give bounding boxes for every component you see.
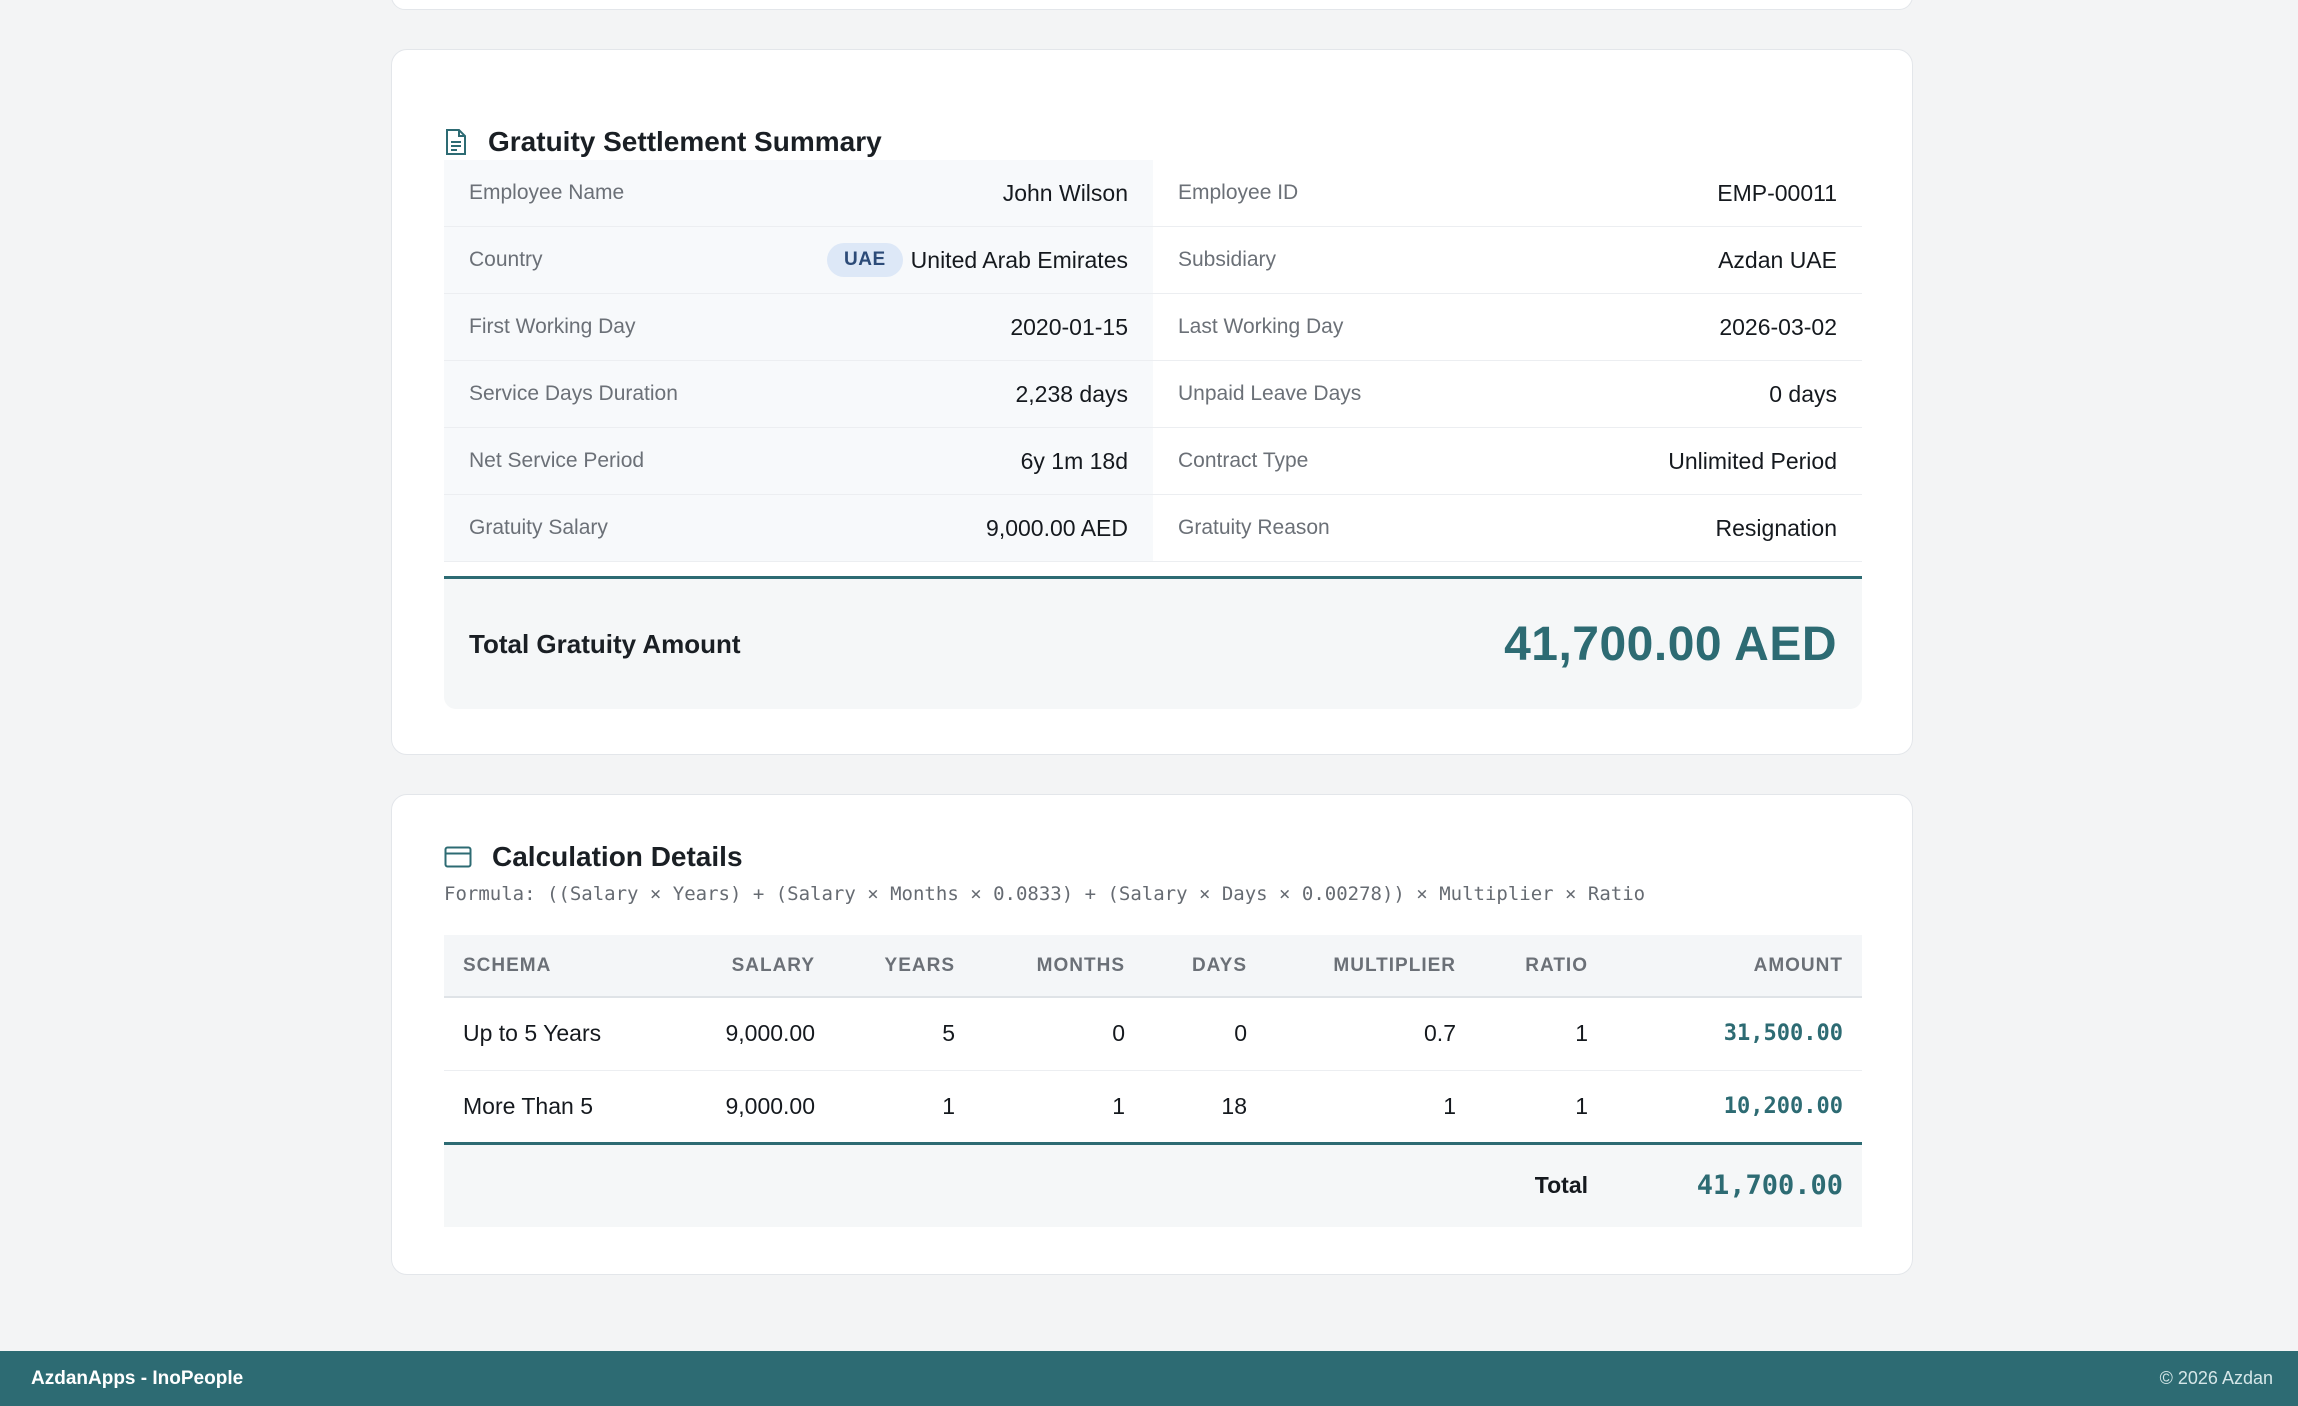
net-service-period-value: 6y 1m 18d: [1020, 447, 1128, 474]
cell-multiplier: 0.7: [1266, 997, 1475, 1071]
page-footer: AzdanApps - InoPeople © 2026 Azdan: [0, 1351, 2298, 1406]
last-working-day-label: Last Working Day: [1178, 315, 1344, 338]
cell-months: 0: [974, 997, 1144, 1071]
footer-app-name: AzdanApps - InoPeople: [31, 1367, 244, 1389]
gratuity-reason-value: Resignation: [1715, 514, 1837, 541]
subsidiary-value: Azdan UAE: [1718, 246, 1837, 273]
employee-id-cell: Employee ID EMP-00011: [1153, 160, 1862, 227]
footer-copyright: © 2026 Azdan: [2159, 1368, 2273, 1388]
service-days-value: 2,238 days: [1015, 380, 1128, 407]
country-cell: Country UAE United Arab Emirates: [444, 227, 1153, 294]
last-working-day-cell: Last Working Day 2026-03-02: [1153, 294, 1862, 361]
last-working-day-value: 2026-03-02: [1719, 313, 1837, 340]
column-header-salary: Salary: [694, 935, 834, 998]
total-gratuity-label: Total Gratuity Amount: [469, 628, 741, 659]
table-header-row: Schema Salary Years Months Days Multipli…: [444, 935, 1862, 998]
column-header-ratio: Ratio: [1475, 935, 1607, 998]
country-label: Country: [469, 248, 543, 271]
employee-id-label: Employee ID: [1178, 181, 1299, 204]
gratuity-summary-card: Gratuity Settlement Summary Employee Nam…: [391, 49, 1913, 755]
table-total-row: Total 41,700.00: [444, 1141, 1862, 1227]
cell-amount: 31,500.00: [1607, 997, 1862, 1071]
column-header-years: Years: [834, 935, 974, 998]
cell-ratio: 1: [1475, 997, 1607, 1071]
calculation-details-card: Calculation Details Formula: ((Salary × …: [391, 794, 1913, 1275]
column-header-schema: Schema: [444, 935, 694, 998]
subsidiary-cell: Subsidiary Azdan UAE: [1153, 227, 1862, 294]
first-working-day-label: First Working Day: [469, 315, 636, 338]
unpaid-leave-value: 0 days: [1769, 380, 1837, 407]
contract-type-label: Contract Type: [1178, 449, 1309, 472]
first-working-day-cell: First Working Day 2020-01-15: [444, 294, 1153, 361]
contract-type-cell: Contract Type Unlimited Period: [1153, 428, 1862, 495]
country-code-badge: UAE: [827, 243, 903, 277]
credit-card-icon: [444, 846, 472, 868]
document-icon: [444, 128, 468, 156]
net-service-period-cell: Net Service Period 6y 1m 18d: [444, 428, 1153, 495]
previous-card: [391, 0, 1913, 10]
column-header-months: Months: [974, 935, 1144, 998]
total-gratuity-box: Total Gratuity Amount 41,700.00 AED: [444, 576, 1862, 709]
employee-name-value: John Wilson: [1002, 179, 1128, 206]
contract-type-value: Unlimited Period: [1668, 447, 1837, 474]
cell-salary: 9,000.00: [694, 1070, 834, 1144]
cell-years: 5: [834, 997, 974, 1071]
summary-grid: Employee Name John Wilson Employee ID EM…: [444, 160, 1862, 562]
cell-days: 0: [1144, 997, 1266, 1071]
cell-schema: More Than 5: [444, 1070, 694, 1144]
unpaid-leave-label: Unpaid Leave Days: [1178, 382, 1362, 405]
cell-schema: Up to 5 Years: [444, 997, 694, 1071]
gratuity-salary-value: 9,000.00 AED: [986, 514, 1128, 541]
service-days-cell: Service Days Duration 2,238 days: [444, 361, 1153, 428]
summary-title: Gratuity Settlement Summary: [488, 126, 882, 157]
total-spacer: [444, 1141, 1475, 1227]
unpaid-leave-cell: Unpaid Leave Days 0 days: [1153, 361, 1862, 428]
table-row: More Than 5 9,000.00 1 1 18 1 1 10,200.0…: [444, 1070, 1862, 1144]
table-total-value: 41,700.00: [1607, 1141, 1862, 1227]
cell-multiplier: 1: [1266, 1070, 1475, 1144]
table-row: Up to 5 Years 9,000.00 5 0 0 0.7 1 31,50…: [444, 997, 1862, 1071]
subsidiary-label: Subsidiary: [1178, 248, 1277, 271]
employee-id-value: EMP-00011: [1717, 179, 1837, 206]
net-service-period-label: Net Service Period: [469, 449, 645, 472]
table-total-label: Total: [1475, 1141, 1607, 1227]
calculation-title: Calculation Details: [492, 841, 743, 872]
employee-name-cell: Employee Name John Wilson: [444, 160, 1153, 227]
country-value: United Arab Emirates: [910, 246, 1128, 273]
gratuity-salary-cell: Gratuity Salary 9,000.00 AED: [444, 495, 1153, 562]
employee-name-label: Employee Name: [469, 181, 625, 204]
calculation-header: Calculation Details: [444, 841, 743, 873]
cell-ratio: 1: [1475, 1070, 1607, 1144]
column-header-multiplier: Multiplier: [1266, 935, 1475, 998]
first-working-day-value: 2020-01-15: [1010, 313, 1128, 340]
summary-header: Gratuity Settlement Summary: [444, 126, 882, 158]
cell-days: 18: [1144, 1070, 1266, 1144]
cell-months: 1: [974, 1070, 1144, 1144]
gratuity-reason-label: Gratuity Reason: [1178, 516, 1330, 539]
service-days-label: Service Days Duration: [469, 382, 678, 405]
formula-text: Formula: ((Salary × Years) + (Salary × M…: [444, 883, 1646, 905]
cell-amount: 10,200.00: [1607, 1070, 1862, 1144]
total-gratuity-value: 41,700.00 AED: [1504, 617, 1837, 671]
gratuity-reason-cell: Gratuity Reason Resignation: [1153, 495, 1862, 562]
column-header-days: Days: [1144, 935, 1266, 998]
gratuity-salary-label: Gratuity Salary: [469, 516, 608, 539]
cell-years: 1: [834, 1070, 974, 1144]
cell-salary: 9,000.00: [694, 997, 834, 1071]
column-header-amount: Amount: [1607, 935, 1862, 998]
calculation-table: Schema Salary Years Months Days Multipli…: [444, 935, 1862, 1227]
country-value-group: UAE United Arab Emirates: [827, 243, 1128, 277]
